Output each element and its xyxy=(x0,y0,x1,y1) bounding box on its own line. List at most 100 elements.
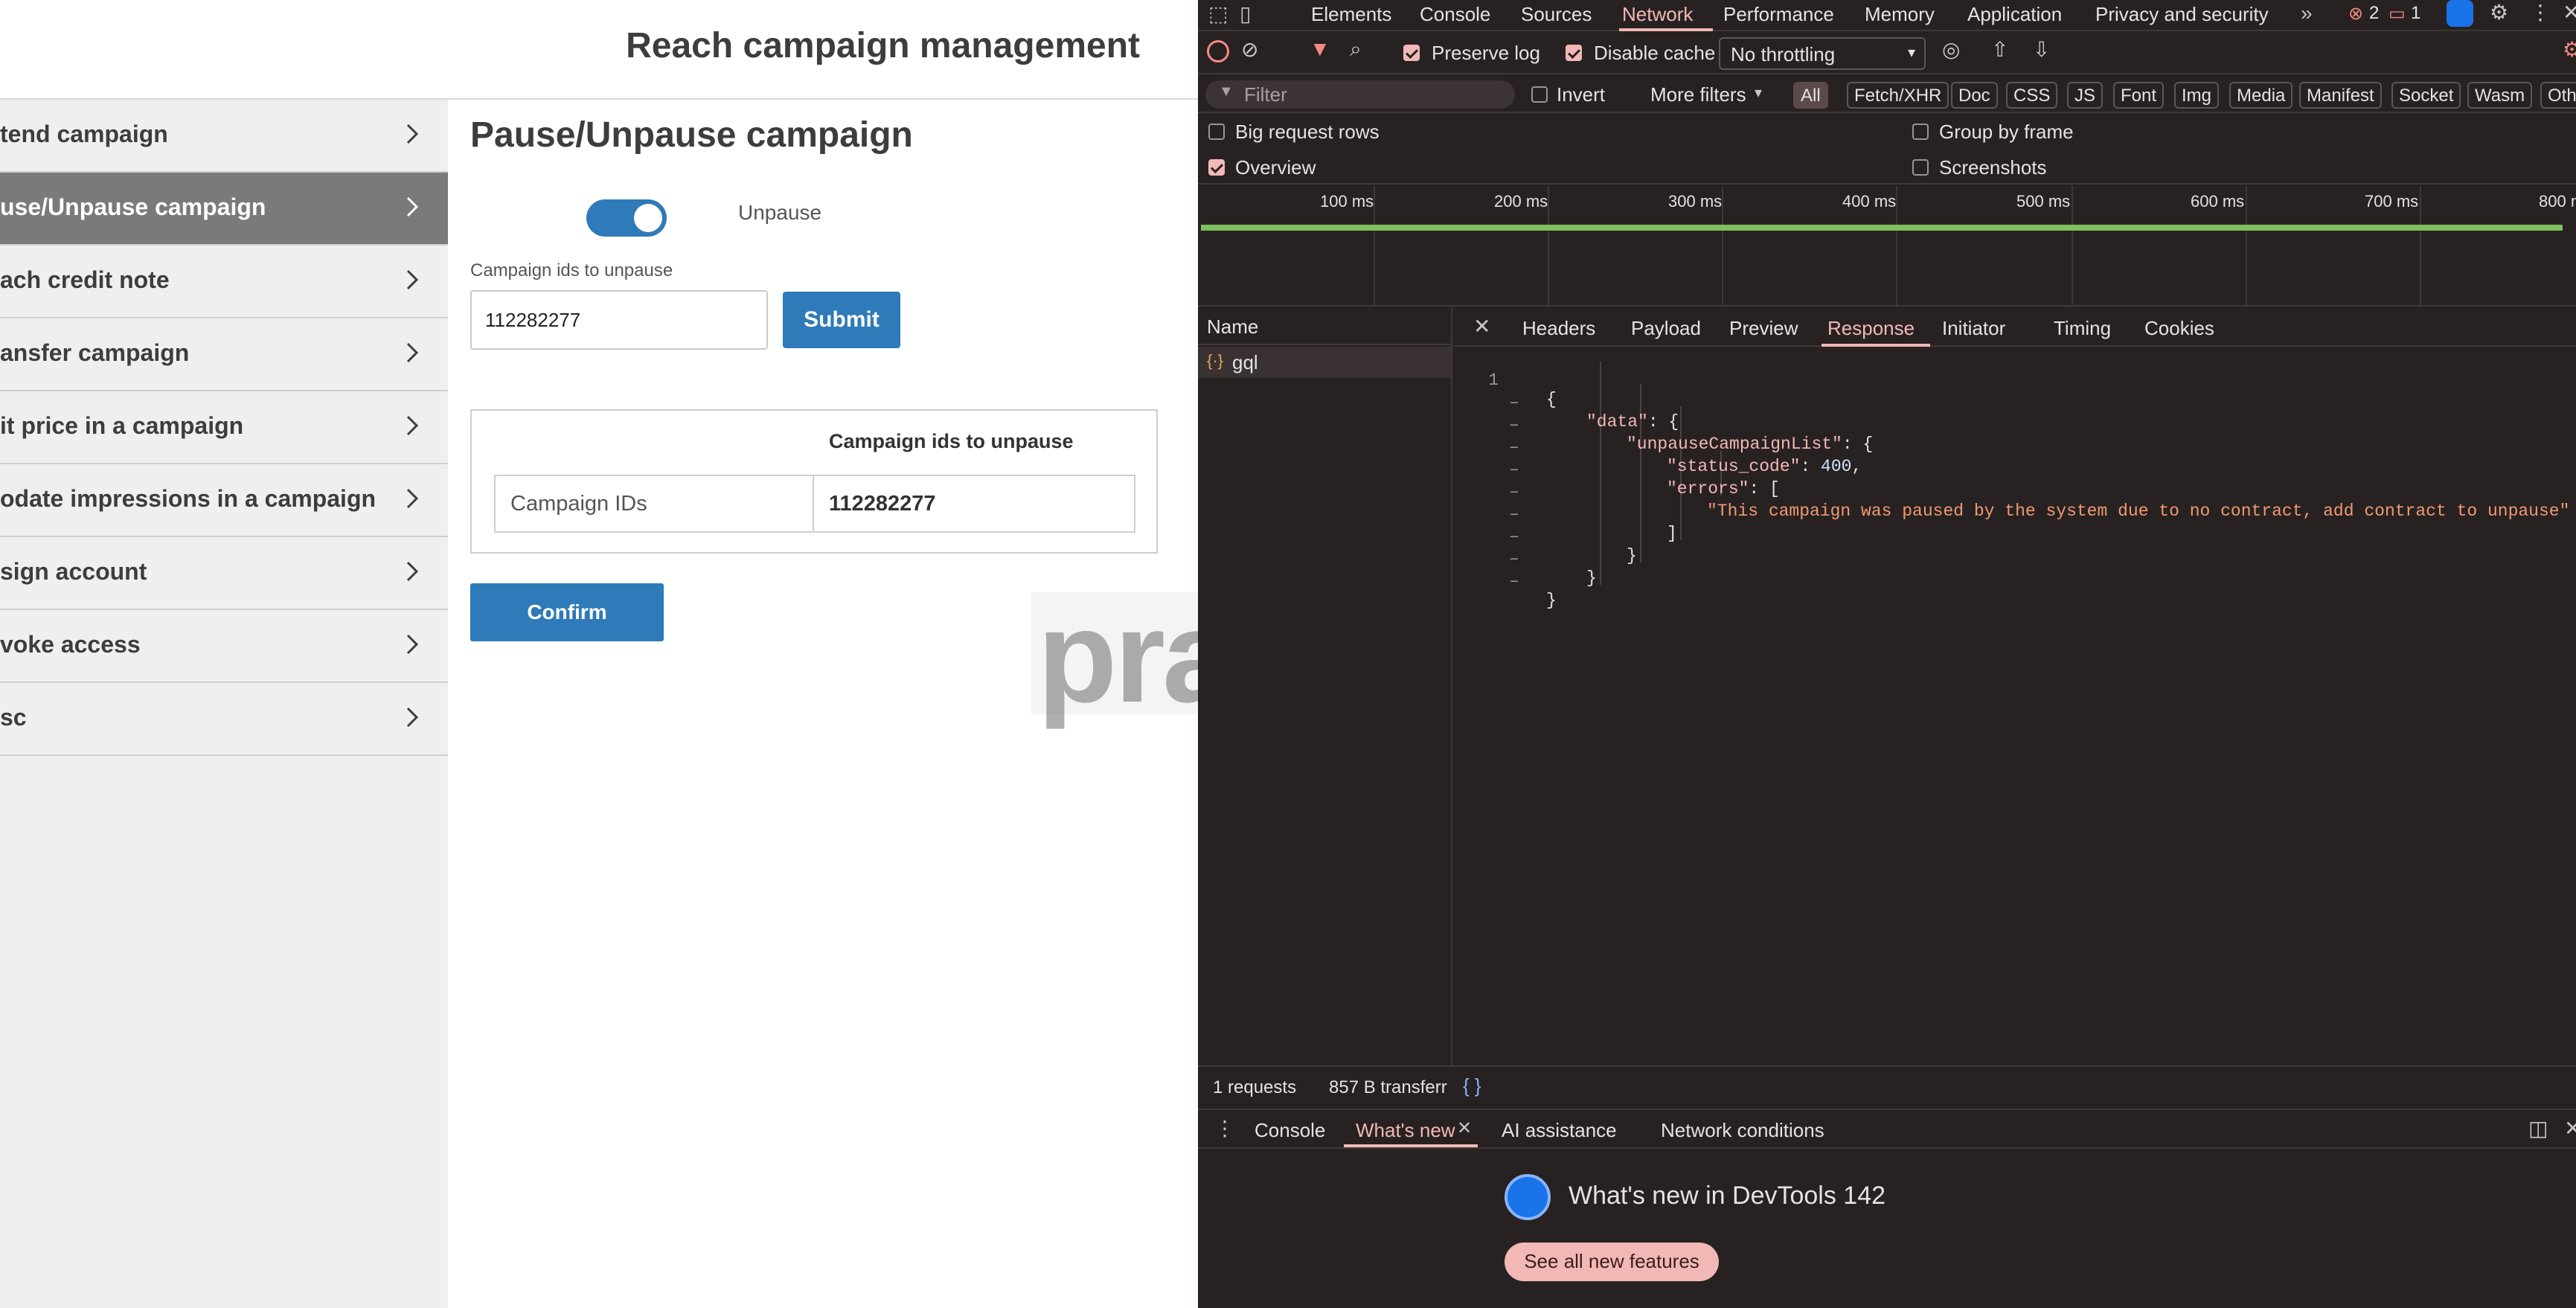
drawer-tab-whats-new[interactable]: What's new xyxy=(1356,1119,1455,1142)
tab-memory[interactable]: Memory xyxy=(1865,3,1935,26)
tab-headers[interactable]: Headers xyxy=(1522,317,1595,340)
sidebar-item-update-impressions[interactable]: odate impressions in a campaign xyxy=(0,464,448,537)
type-filter-socket[interactable]: Socket xyxy=(2391,82,2461,109)
summary-panel: Campaign ids to unpause Campaign IDs 112… xyxy=(470,409,1158,554)
close-devtools-icon[interactable]: ✕ xyxy=(2563,0,2576,25)
sidebar-item-pause-unpause-campaign[interactable]: use/Unpause campaign xyxy=(0,173,448,246)
type-filter-font[interactable]: Font xyxy=(2113,82,2165,109)
screenshots-checkbox[interactable] xyxy=(1912,159,1929,176)
sidebar-item-edit-price[interactable]: it price in a campaign xyxy=(0,391,448,464)
record-icon[interactable] xyxy=(1207,40,1229,62)
sidebar-item-extend-campaign[interactable]: tend campaign xyxy=(0,100,448,173)
filter-icon[interactable]: ▼ xyxy=(1310,37,1330,61)
active-detail-tab-indicator xyxy=(1822,344,1930,347)
pretty-print-icon[interactable]: { } xyxy=(1463,1074,1481,1097)
device-toolbar-icon[interactable]: ▯ xyxy=(1240,1,1251,26)
clear-icon[interactable]: ⊘ xyxy=(1241,37,1258,62)
type-filter-media[interactable]: Media xyxy=(2229,82,2293,109)
dock-side-icon[interactable]: ◫ xyxy=(2528,1116,2548,1141)
code-line: – } xyxy=(1454,530,2576,588)
close-icon[interactable]: ✕ xyxy=(1473,314,1490,339)
tab-sources[interactable]: Sources xyxy=(1521,3,1592,26)
type-filter-other[interactable]: Oth xyxy=(2540,82,2576,109)
tab-preview[interactable]: Preview xyxy=(1729,317,1798,340)
message-icon[interactable]: ▭ xyxy=(2388,3,2406,25)
type-filter-fetch-xhr[interactable]: Fetch/XHR xyxy=(1847,82,1949,109)
summary-value-cell: 112282277 xyxy=(829,491,936,516)
network-toolbar: ⊘ ▼ ⌕ Preserve log Disable cache No thro… xyxy=(1198,33,2576,74)
sidebar-item-misc[interactable]: sc xyxy=(0,683,448,756)
timeline-overview[interactable]: 100 ms 200 ms 300 ms 400 ms 500 ms 600 m… xyxy=(1198,186,2576,307)
tab-response[interactable]: Response xyxy=(1827,317,1915,340)
extension-icon[interactable] xyxy=(2447,0,2473,27)
toggle-knob xyxy=(634,204,662,232)
group-by-frame-checkbox[interactable] xyxy=(1912,124,1929,140)
inspect-element-icon[interactable]: ⬚ xyxy=(1208,1,1228,26)
search-icon[interactable]: ⌕ xyxy=(1350,37,1362,62)
sidebar: tend campaign use/Unpause campaign ach c… xyxy=(0,100,448,1308)
reach-app: Reach campaign management tend campaign … xyxy=(0,0,1198,1308)
throttling-select[interactable]: No throttling ▾ xyxy=(1719,37,1926,70)
type-filter-wasm[interactable]: Wasm xyxy=(2467,82,2533,109)
type-filter-doc[interactable]: Doc xyxy=(1951,82,1998,109)
request-row[interactable]: {·} gql xyxy=(1198,347,1451,378)
sidebar-item-revoke-access[interactable]: voke access xyxy=(0,610,448,683)
chevron-right-icon xyxy=(400,484,424,513)
code-line: – } xyxy=(1454,507,2576,565)
type-filter-css[interactable]: CSS xyxy=(2006,82,2058,109)
app-header: Reach campaign management xyxy=(0,0,1198,100)
filter-input[interactable]: ▼ Filter xyxy=(1205,80,1515,109)
tab-cookies[interactable]: Cookies xyxy=(2144,317,2214,340)
drawer-tab-ai-assistance[interactable]: AI assistance xyxy=(1502,1119,1617,1142)
confirm-button[interactable]: Confirm xyxy=(470,583,664,641)
drawer-tab-network-conditions[interactable]: Network conditions xyxy=(1661,1119,1824,1142)
campaign-ids-label: Campaign ids to unpause xyxy=(470,260,673,280)
submit-button[interactable]: Submit xyxy=(783,292,900,348)
invert-checkbox[interactable] xyxy=(1531,86,1548,103)
tab-privacy-security[interactable]: Privacy and security xyxy=(2095,3,2269,26)
drawer-menu-icon[interactable]: ⋮ xyxy=(1214,1116,1235,1141)
type-filter-manifest[interactable]: Manifest xyxy=(2299,82,2382,109)
more-filters-button[interactable]: More filters xyxy=(1650,83,1746,106)
type-filter-js[interactable]: JS xyxy=(2067,82,2104,109)
tab-payload[interactable]: Payload xyxy=(1631,317,1701,340)
timeline-gridline xyxy=(2072,186,2073,307)
tab-elements[interactable]: Elements xyxy=(1311,3,1391,26)
campaign-ids-input[interactable] xyxy=(470,290,768,350)
settings-gear-icon[interactable]: ⚙ xyxy=(2563,37,2576,62)
type-filter-all[interactable]: All xyxy=(1793,82,1828,109)
preserve-log-label: Preserve log xyxy=(1432,42,1540,64)
more-options-icon[interactable]: ⋮ xyxy=(2530,0,2551,25)
pause-unpause-toggle[interactable] xyxy=(586,199,667,237)
type-filter-img[interactable]: Img xyxy=(2174,82,2220,109)
import-har-icon[interactable]: ⇧ xyxy=(1991,37,2008,62)
close-drawer-icon[interactable]: ✕ xyxy=(2564,1116,2576,1141)
settings-gear-icon[interactable]: ⚙ xyxy=(2490,0,2508,25)
tab-network[interactable]: Network xyxy=(1622,3,1693,26)
sidebar-item-assign-account[interactable]: sign account xyxy=(0,537,448,610)
export-har-icon[interactable]: ⇩ xyxy=(2033,37,2050,62)
network-conditions-icon[interactable]: ◎ xyxy=(1942,37,1960,62)
overview-checkbox[interactable] xyxy=(1208,159,1225,176)
chevron-right-icon xyxy=(400,119,424,149)
close-icon[interactable]: ✕ xyxy=(1457,1118,1472,1139)
sidebar-item-attach-credit-note[interactable]: ach credit note xyxy=(0,246,448,318)
drawer-tab-console[interactable]: Console xyxy=(1255,1119,1325,1142)
timeline-gridline xyxy=(1374,186,1375,307)
disable-cache-checkbox[interactable] xyxy=(1566,45,1582,61)
tab-performance[interactable]: Performance xyxy=(1723,3,1834,26)
big-request-rows-checkbox[interactable] xyxy=(1208,124,1225,140)
preserve-log-checkbox[interactable] xyxy=(1403,45,1420,61)
error-count-icon[interactable]: ⊗ xyxy=(2348,3,2363,25)
tab-initiator[interactable]: Initiator xyxy=(1942,317,2005,340)
sidebar-item-transfer-campaign[interactable]: ansfer campaign xyxy=(0,318,448,391)
chevron-down-icon: ▾ xyxy=(1907,45,1915,61)
more-tabs-icon[interactable]: » xyxy=(2301,1,2313,25)
timeline-tick: 600 ms xyxy=(2191,192,2245,211)
tab-console[interactable]: Console xyxy=(1420,3,1490,26)
sidebar-item-label: odate impressions in a campaign xyxy=(0,485,377,512)
name-column-header[interactable]: Name xyxy=(1198,308,1452,345)
see-all-new-features-button[interactable]: See all new features xyxy=(1505,1243,1719,1281)
tab-timing[interactable]: Timing xyxy=(2054,317,2111,340)
tab-application[interactable]: Application xyxy=(1967,3,2062,26)
